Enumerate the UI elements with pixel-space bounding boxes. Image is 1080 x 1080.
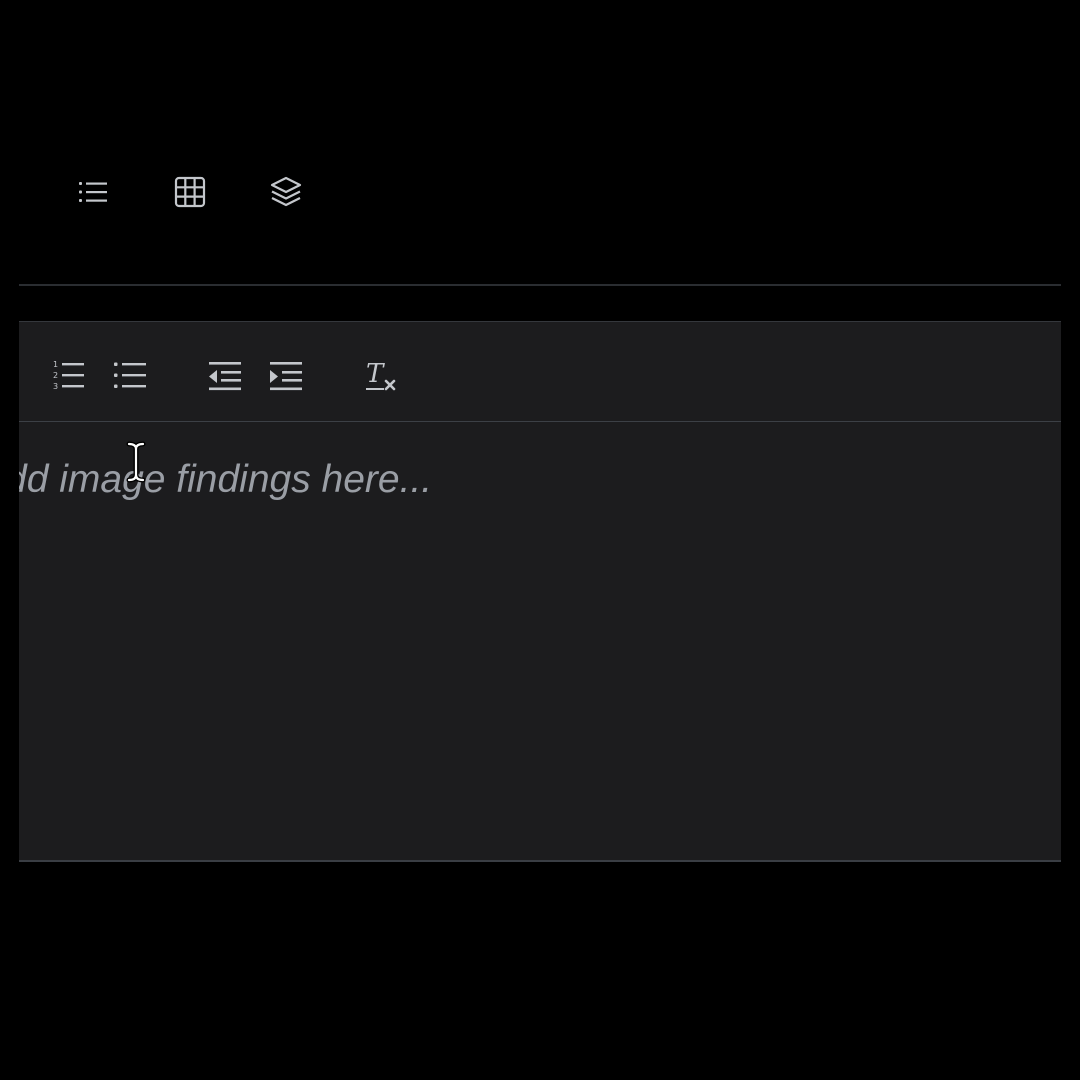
editor-placeholder: Add image findings here... bbox=[19, 458, 433, 501]
bulleted-list-icon[interactable] bbox=[75, 174, 111, 210]
clear-formatting-icon[interactable]: T bbox=[364, 358, 400, 394]
editor-content-area[interactable]: Add image findings here... bbox=[19, 422, 1061, 860]
svg-text:2: 2 bbox=[53, 371, 58, 380]
outdent-icon[interactable] bbox=[207, 358, 243, 394]
top-toolbar bbox=[0, 150, 1080, 240]
bulleted-list-icon[interactable] bbox=[112, 358, 148, 394]
svg-text:3: 3 bbox=[53, 382, 58, 391]
indent-icon[interactable] bbox=[268, 358, 304, 394]
rich-text-editor: 1 2 3 T Add image findings here... bbox=[19, 321, 1061, 862]
svg-text:T: T bbox=[366, 359, 385, 389]
toolbar-divider bbox=[19, 284, 1061, 286]
numbered-list-icon[interactable]: 1 2 3 bbox=[51, 358, 87, 394]
table-grid-icon[interactable] bbox=[172, 174, 208, 210]
text-cursor-icon bbox=[125, 440, 147, 484]
editor-toolbar: 1 2 3 T bbox=[19, 322, 1061, 422]
svg-text:1: 1 bbox=[53, 360, 58, 369]
layers-icon[interactable] bbox=[268, 174, 304, 210]
